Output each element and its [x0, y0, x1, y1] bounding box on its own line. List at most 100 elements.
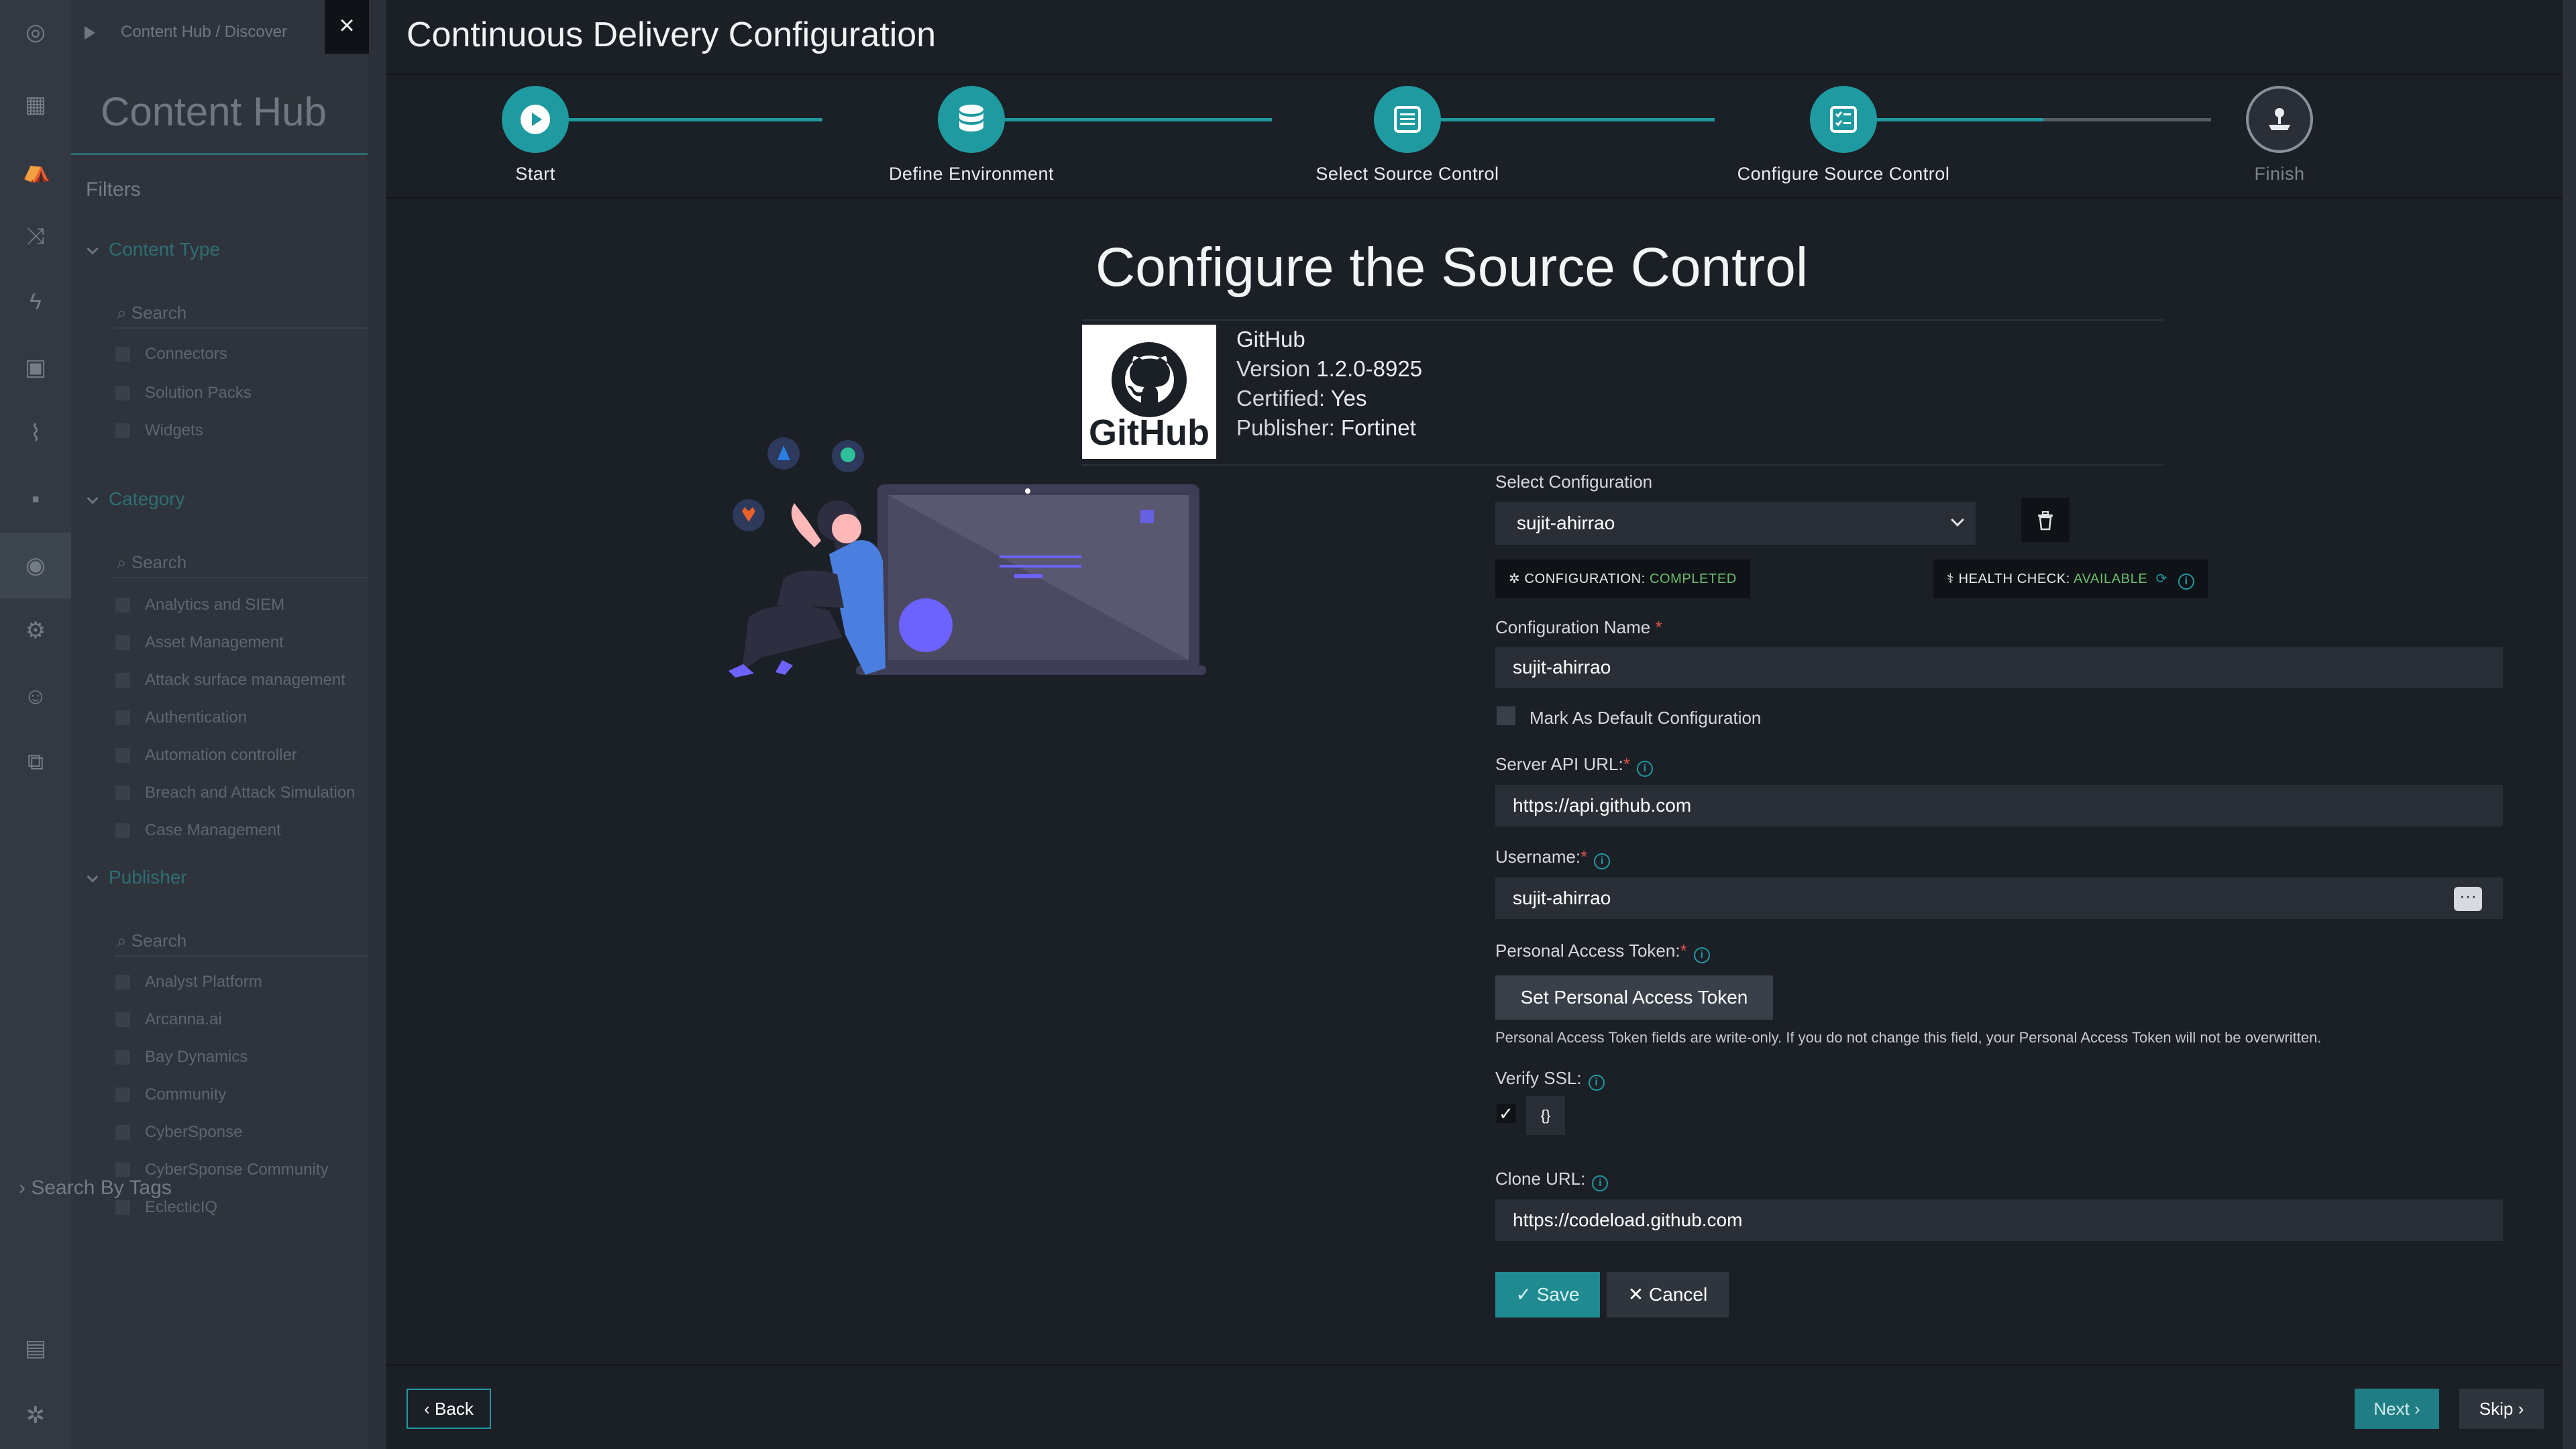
info-icon[interactable]: i	[1636, 761, 1653, 777]
filter-section-category[interactable]: Category	[87, 488, 185, 510]
list-item[interactable]: Automation controller	[115, 746, 297, 765]
certified-label: Certified:	[1236, 386, 1326, 411]
list-item[interactable]: Analyst Platform	[115, 973, 262, 991]
skip-button[interactable]: Skip ›	[2459, 1389, 2544, 1429]
checkbox[interactable]	[115, 1087, 130, 1102]
filter-section-content-type[interactable]: Content Type	[87, 239, 220, 260]
checkbox[interactable]	[115, 823, 130, 838]
back-button[interactable]: ‹ Back	[407, 1389, 491, 1429]
checkbox[interactable]	[115, 786, 130, 800]
list-item[interactable]: Bay Dynamics	[115, 1048, 248, 1067]
default-configuration-checkbox[interactable]	[1497, 706, 1515, 725]
checkbox[interactable]	[115, 1125, 130, 1140]
shuffle-icon[interactable]: ⤨	[22, 223, 49, 250]
step-configure-source-control[interactable]	[1810, 86, 1877, 153]
connector-info: GitHub Version 1.2.0-8925 Certified: Yes…	[1236, 325, 1422, 443]
close-icon: ✕	[1627, 1284, 1644, 1305]
list-item[interactable]: Connectors	[115, 345, 227, 364]
checkbox[interactable]	[115, 1050, 130, 1065]
dashboard-icon[interactable]: ▦	[22, 91, 49, 118]
checkbox[interactable]	[115, 1163, 130, 1177]
clone-url-input[interactable]: https://codeload.github.com	[1495, 1199, 2503, 1241]
list-item-label: Widgets	[145, 421, 203, 439]
configuration-name-input[interactable]: sujit-ahirrao	[1495, 647, 2503, 688]
search-input[interactable]: ⌕ Search	[114, 924, 368, 957]
clipboard-icon[interactable]: ▤	[22, 1335, 49, 1362]
list-item[interactable]: Solution Packs	[115, 384, 252, 402]
set-personal-access-token-button[interactable]: Set Personal Access Token	[1495, 975, 1773, 1020]
search-input[interactable]: ⌕ Search	[114, 297, 368, 329]
search-by-tags-toggle[interactable]: › Search By Tags	[19, 1177, 172, 1199]
clone-url-label: Clone URL: i	[1495, 1169, 1609, 1191]
badge-value: COMPLETED	[1649, 572, 1737, 586]
checkbox[interactable]	[115, 975, 130, 989]
refresh-icon[interactable]: ⟳	[2156, 572, 2167, 586]
section-title: Publisher	[109, 867, 187, 888]
step-start[interactable]	[502, 86, 569, 153]
checkbox[interactable]	[115, 598, 130, 612]
gear-icon[interactable]: ⚙	[22, 617, 49, 644]
step-finish[interactable]	[2246, 86, 2313, 153]
list-item[interactable]: Widgets	[115, 421, 203, 440]
list-item[interactable]: CyberSponse	[115, 1123, 242, 1142]
bolt-icon[interactable]: ϟ	[22, 288, 49, 315]
list-item-label: Solution Packs	[145, 384, 252, 402]
content-hub-icon[interactable]: ◉	[0, 533, 71, 598]
filter-section-publisher[interactable]: Publisher	[87, 867, 187, 888]
checkbox[interactable]	[115, 635, 130, 650]
list-item[interactable]: Arcanna.ai	[115, 1010, 222, 1029]
step-define-environment[interactable]	[938, 86, 1005, 153]
list-item[interactable]: Analytics and SIEM	[115, 596, 284, 614]
more-options-icon[interactable]: ···	[2454, 887, 2482, 911]
info-icon[interactable]: i	[1588, 1075, 1605, 1091]
info-icon[interactable]: i	[1693, 947, 1710, 963]
settings-icon[interactable]: ◎	[22, 19, 49, 46]
chart-icon[interactable]: ⌇	[22, 420, 49, 447]
checkbox[interactable]	[115, 748, 130, 763]
info-icon[interactable]: i	[1594, 853, 1611, 869]
workflow-icon[interactable]: ⧉	[22, 749, 49, 775]
list-item[interactable]: Attack surface management	[115, 671, 345, 690]
briefcase-icon[interactable]: ▣	[22, 354, 49, 381]
users-icon[interactable]: ☺	[22, 683, 49, 710]
checkbox[interactable]	[115, 673, 130, 688]
verify-ssl-checkbox[interactable]: ✓	[1497, 1104, 1515, 1123]
list-item[interactable]: EclecticIQ	[115, 1198, 217, 1217]
search-input[interactable]: ⌕ Search	[114, 546, 368, 578]
server-api-url-input[interactable]: https://api.github.com	[1495, 785, 2503, 826]
delete-configuration-button[interactable]	[2021, 498, 2070, 542]
grid-icon[interactable]: ▪	[22, 486, 49, 513]
incidents-icon[interactable]: ⛺	[22, 157, 50, 184]
play-icon[interactable]	[85, 25, 95, 40]
list-item[interactable]: Asset Management	[115, 633, 284, 652]
step-label: Select Source Control	[1316, 164, 1499, 184]
database-icon	[959, 105, 983, 131]
scrollbar-track[interactable]	[2563, 0, 2576, 1449]
checkbox[interactable]	[115, 1012, 130, 1027]
step-select-source-control[interactable]	[1374, 86, 1441, 153]
info-icon[interactable]: i	[1592, 1175, 1609, 1191]
info-icon[interactable]: i	[2178, 574, 2195, 590]
configuration-select[interactable]: sujit-ahirrao	[1495, 502, 1976, 545]
json-editor-button[interactable]: {}	[1526, 1096, 1565, 1135]
checkbox[interactable]	[115, 423, 130, 438]
list-item[interactable]: Authentication	[115, 708, 247, 727]
checkbox[interactable]	[115, 710, 130, 725]
close-button[interactable]: ×	[325, 0, 369, 54]
list-item[interactable]: Community	[115, 1085, 226, 1104]
next-button[interactable]: Next ›	[2355, 1389, 2439, 1429]
list-item-label: EclecticIQ	[145, 1198, 218, 1216]
checkbox[interactable]	[115, 386, 130, 400]
checkbox[interactable]	[115, 1200, 130, 1215]
checkbox[interactable]	[115, 347, 130, 362]
badge-label: HEALTH CHECK:	[1958, 572, 2070, 586]
step-connector	[1440, 118, 1715, 121]
save-button[interactable]: ✓ Save	[1495, 1272, 1600, 1318]
username-input[interactable]: sujit-ahirrao	[1495, 877, 2503, 919]
server-api-url-label: Server API URL:* i	[1495, 754, 1653, 777]
cancel-button[interactable]: ✕ Cancel	[1607, 1272, 1729, 1318]
cog-icon[interactable]: ✲	[22, 1402, 49, 1429]
cancel-label: Cancel	[1649, 1284, 1708, 1305]
list-item[interactable]: Breach and Attack Simulation	[115, 784, 356, 802]
list-item[interactable]: Case Management	[115, 821, 281, 840]
